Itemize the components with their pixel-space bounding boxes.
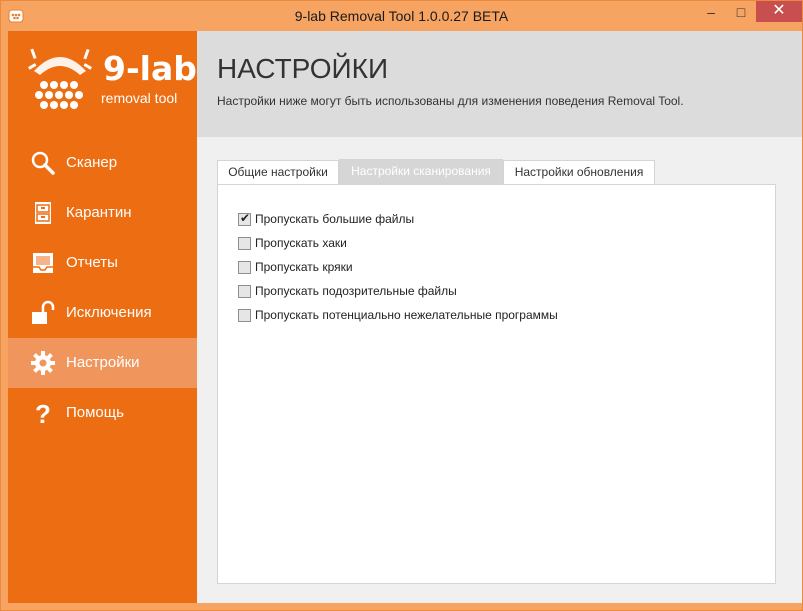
bug-logo-icon: [28, 48, 92, 109]
gear-icon: [31, 351, 55, 375]
settings-panel: ✔ Пропускать большие файлы Пропускать ха…: [217, 184, 776, 584]
svg-text:?: ?: [35, 400, 51, 426]
checkbox[interactable]: [238, 237, 251, 250]
tab-update-settings[interactable]: Настройки обновления: [503, 160, 655, 184]
sidebar-item-label: Отчеты: [66, 254, 118, 271]
sidebar-item-help[interactable]: ? Помощь: [8, 388, 197, 438]
minimize-icon: –: [707, 4, 715, 20]
close-button[interactable]: ✕: [756, 1, 802, 22]
sidebar-item-label: Помощь: [66, 404, 124, 421]
page-title: НАСТРОЙКИ: [217, 53, 389, 84]
option-label: Пропускать хаки: [255, 236, 347, 250]
sidebar-item-label: Исключения: [66, 304, 152, 321]
report-icon: [33, 253, 53, 273]
check-icon: ✔: [239, 211, 251, 225]
tab-general-settings[interactable]: Общие настройки: [217, 160, 339, 184]
maximize-button[interactable]: □: [727, 2, 755, 22]
sidebar-item-scanner[interactable]: Сканер: [8, 138, 197, 188]
page-subtitle: Настройки ниже могут быть использованы д…: [217, 94, 684, 108]
search-icon: [31, 151, 55, 175]
sidebar-item-reports[interactable]: Отчеты: [8, 238, 197, 288]
option-label: Пропускать кряки: [255, 260, 353, 274]
checkbox[interactable]: [238, 309, 251, 322]
tab-label: Общие настройки: [228, 165, 328, 179]
help-icon: ?: [35, 400, 51, 426]
sidebar-item-label: Сканер: [66, 154, 118, 171]
checkbox[interactable]: ✔: [238, 211, 251, 226]
sidebar-item-label: Настройки: [66, 354, 140, 371]
tab-scan-settings[interactable]: Настройки сканирования: [339, 159, 503, 184]
cabinet-icon: [35, 202, 51, 224]
tab-label: Настройки сканирования: [351, 164, 491, 178]
title-bar[interactable]: 9-lab Removal Tool 1.0.0.27 BETA – □ ✕: [1, 1, 802, 31]
window-title: 9-lab Removal Tool 1.0.0.27 BETA: [294, 8, 509, 24]
checkbox[interactable]: [238, 261, 251, 274]
sidebar-item-settings[interactable]: Настройки: [8, 338, 197, 388]
app-window: 9-lab Removal Tool 1.0.0.27 BETA – □ ✕ 9…: [0, 0, 803, 611]
sidebar: 9-lab removal tool Сканер Карантин Отчет…: [8, 31, 197, 603]
page-header: НАСТРОЙКИ Настройки ниже могут быть испо…: [197, 31, 802, 137]
main-content: НАСТРОЙКИ Настройки ниже могут быть испо…: [197, 31, 802, 603]
option-label: Пропускать большие файлы: [255, 212, 415, 226]
logo-subtitle: removal tool: [101, 90, 178, 106]
close-icon: ✕: [772, 2, 786, 19]
option-label: Пропускать потенциально нежелательные пр…: [255, 308, 558, 322]
sidebar-item-quarantine[interactable]: Карантин: [8, 188, 197, 238]
sidebar-item-label: Карантин: [66, 204, 132, 221]
logo-name: 9-lab: [103, 49, 197, 88]
maximize-icon: □: [736, 4, 746, 20]
unlock-icon: [32, 300, 55, 324]
tab-label: Настройки обновления: [514, 165, 644, 179]
logo: 9-lab removal tool: [8, 31, 197, 131]
option-label: Пропускать подозрительные файлы: [255, 284, 457, 298]
checkbox[interactable]: [238, 285, 251, 298]
sidebar-item-exclusions[interactable]: Исключения: [8, 288, 197, 338]
minimize-button[interactable]: –: [697, 2, 725, 22]
